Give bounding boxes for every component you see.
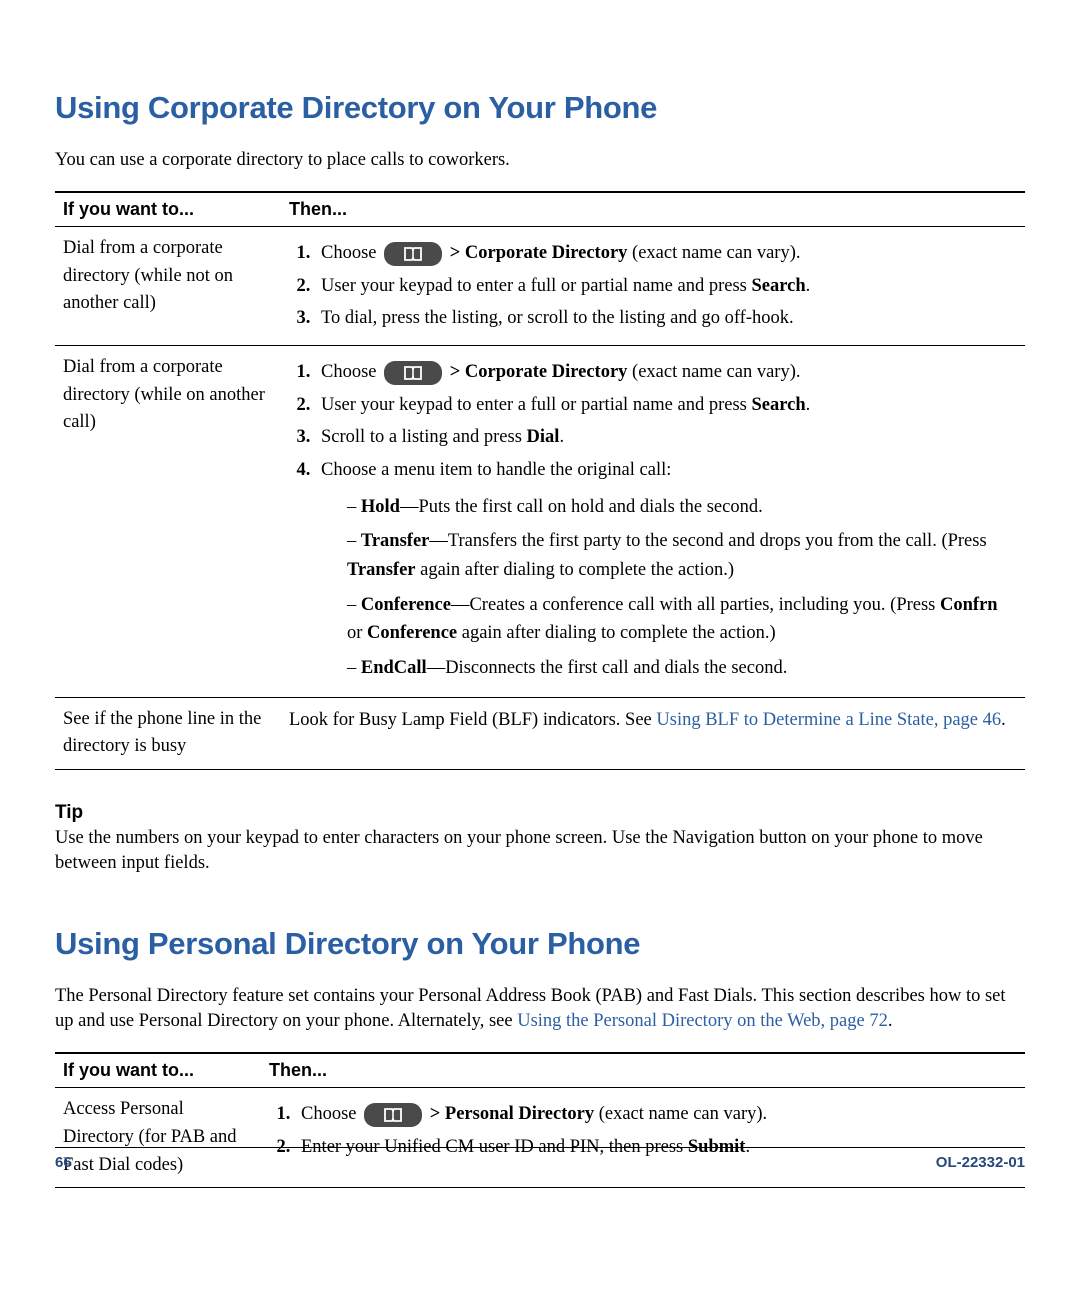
list-item: User your keypad to enter a full or part… (315, 272, 1017, 301)
section-intro-corporate: You can use a corporate directory to pla… (55, 148, 1025, 173)
table-header-row: If you want to... Then... (55, 192, 1025, 227)
list-item: Hold—Puts the first call on hold and dia… (347, 493, 1017, 522)
directory-icon (383, 360, 443, 386)
col-header-if: If you want to... (55, 192, 281, 227)
page-number: 66 (55, 1154, 72, 1171)
list-item: User your keypad to enter a full or part… (315, 391, 1017, 420)
cell-steps: Choose > Corporate Directory (exact name… (281, 226, 1025, 345)
col-header-then: Then... (261, 1053, 1025, 1088)
list-item: Choose > Personal Directory (exact name … (295, 1100, 1017, 1129)
list-item: Choose a menu item to handle the origina… (315, 456, 1017, 683)
directory-icon (363, 1102, 423, 1128)
tip-heading: Tip (55, 802, 1025, 824)
list-item: Transfer—Transfers the first party to th… (347, 527, 1017, 584)
table-row: See if the phone line in the directory i… (55, 697, 1025, 770)
doc-id: OL-22332-01 (936, 1154, 1025, 1171)
list-item: EndCall—Disconnects the first call and d… (347, 654, 1017, 683)
blf-link[interactable]: Using BLF to Determine a Line State, pag… (656, 710, 1001, 730)
tip-body: Use the numbers on your keypad to enter … (55, 826, 1025, 876)
section-intro-personal: The Personal Directory feature set conta… (55, 984, 1025, 1034)
cell-steps: Look for Busy Lamp Field (BLF) indicator… (281, 697, 1025, 770)
section-heading-corporate: Using Corporate Directory on Your Phone (55, 90, 1025, 126)
list-item: Conference—Creates a conference call wit… (347, 591, 1017, 648)
list-item: Choose > Corporate Directory (exact name… (315, 358, 1017, 387)
col-header-then: Then... (281, 192, 1025, 227)
directory-icon (383, 241, 443, 267)
page-footer: 66 OL-22332-01 (55, 1147, 1025, 1171)
document-page: Using Corporate Directory on Your Phone … (0, 0, 1080, 1311)
table-row: Dial from a corporate directory (while o… (55, 345, 1025, 697)
table-row: Access Personal Directory (for PAB and F… (55, 1088, 1025, 1188)
table-corporate-directory: If you want to... Then... Dial from a co… (55, 191, 1025, 770)
cell-action: Access Personal Directory (for PAB and F… (55, 1088, 261, 1188)
web-directory-link[interactable]: Using the Personal Directory on the Web,… (517, 1011, 888, 1031)
list-item: Choose > Corporate Directory (exact name… (315, 239, 1017, 268)
cell-steps: Choose > Corporate Directory (exact name… (281, 345, 1025, 697)
list-item: To dial, press the listing, or scroll to… (315, 304, 1017, 333)
section-heading-personal: Using Personal Directory on Your Phone (55, 926, 1025, 962)
cell-action: Dial from a corporate directory (while n… (55, 226, 281, 345)
cell-action: See if the phone line in the directory i… (55, 697, 281, 770)
list-item: Scroll to a listing and press Dial. (315, 423, 1017, 452)
cell-steps: Choose > Personal Directory (exact name … (261, 1088, 1025, 1188)
cell-action: Dial from a corporate directory (while o… (55, 345, 281, 697)
table-header-row: If you want to... Then... (55, 1053, 1025, 1088)
table-row: Dial from a corporate directory (while n… (55, 226, 1025, 345)
col-header-if: If you want to... (55, 1053, 261, 1088)
